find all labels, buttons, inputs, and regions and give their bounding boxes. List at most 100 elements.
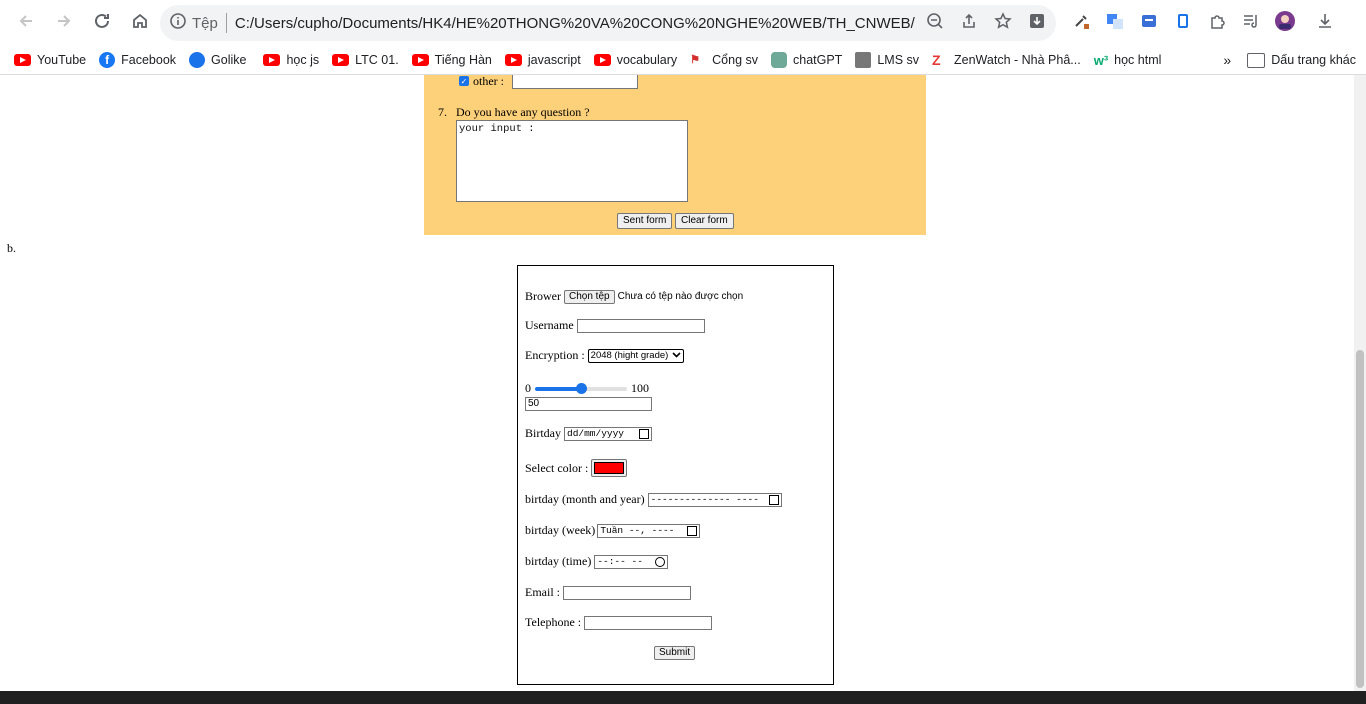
submit-button[interactable]: Submit xyxy=(654,646,696,660)
telephone-row: Telephone : xyxy=(525,615,713,630)
bookmark-hoc-js[interactable]: học js xyxy=(263,53,319,67)
range-value-row: 50 xyxy=(525,397,652,411)
address-bar[interactable]: Tệp C:/Users/cupho/Documents/HK4/HE%20TH… xyxy=(160,5,1056,41)
youtube-icon xyxy=(411,54,429,66)
bookmark-javascript[interactable]: javascript xyxy=(504,53,581,67)
chatgpt-icon xyxy=(771,52,787,68)
range-slider-fill xyxy=(535,386,581,391)
birthday-label: Birtday xyxy=(525,426,561,440)
telephone-label: Telephone : xyxy=(525,615,582,629)
clipboard-extension-icon[interactable] xyxy=(1172,10,1194,32)
week-label: birtday (week) xyxy=(525,523,596,537)
encryption-select[interactable]: 2048 (hight grade) xyxy=(587,348,685,363)
arrow-left-icon xyxy=(17,12,35,35)
translate-extension-icon[interactable] xyxy=(1104,10,1126,32)
birthday-row: Birtday dd/mm/yyyy xyxy=(525,426,652,441)
bookmark-golike[interactable]: Golike xyxy=(189,52,246,68)
bookmark-chatgpt[interactable]: chatGPT xyxy=(771,52,842,68)
range-value-input[interactable]: 50 xyxy=(525,397,652,411)
w3schools-icon: w³ xyxy=(1093,52,1109,68)
registration-form: Brower Chọn tệp Chưa có tệp nào được chọ… xyxy=(517,265,834,685)
birthday-date-input[interactable]: dd/mm/yyyy xyxy=(564,426,652,441)
download-icon[interactable] xyxy=(1028,12,1046,34)
other-checkbox[interactable]: ✓ xyxy=(459,76,469,86)
downloads-icon[interactable] xyxy=(1314,10,1336,32)
birthday-placeholder: dd/mm/yyyy xyxy=(567,427,625,439)
sent-form-button[interactable]: Sent form xyxy=(617,213,673,229)
question-label: Do you have any question ? xyxy=(456,105,590,119)
vertical-scrollbar[interactable] xyxy=(1354,75,1366,691)
share-icon[interactable] xyxy=(960,12,978,34)
range-slider-thumb[interactable] xyxy=(576,382,587,394)
bookmark-youtube[interactable]: YouTube xyxy=(14,53,86,67)
calendar-icon[interactable] xyxy=(687,525,698,536)
month-input[interactable]: -------------- ---- xyxy=(647,492,782,507)
info-icon xyxy=(170,13,186,33)
bookmarks-bar: YouTube f Facebook Golike học js LTC 01. … xyxy=(0,46,1366,75)
username-label: Username xyxy=(525,318,574,332)
reload-button[interactable] xyxy=(84,5,120,41)
clear-form-button[interactable]: Clear form xyxy=(675,213,734,229)
color-label: Select color : xyxy=(525,460,589,475)
range-row: 0 100 xyxy=(525,381,649,396)
question-textarea[interactable]: your input : xyxy=(456,120,688,202)
bookmark-tieng-han[interactable]: Tiếng Hàn xyxy=(411,53,492,67)
clock-icon[interactable] xyxy=(655,556,666,567)
bookmark-facebook[interactable]: f Facebook xyxy=(99,52,176,68)
range-max-label: 100 xyxy=(631,381,649,395)
email-row: Email : xyxy=(525,585,691,600)
time-label: birtday (time) xyxy=(525,554,592,568)
address-separator xyxy=(225,13,227,33)
url-text[interactable]: C:/Users/cupho/Documents/HK4/HE%20THONG%… xyxy=(235,15,915,32)
forward-button[interactable] xyxy=(46,5,82,41)
calendar-icon[interactable] xyxy=(768,494,779,505)
encryption-label: Encryption : xyxy=(525,348,585,362)
time-input[interactable]: --:-- -- xyxy=(594,554,669,569)
screen-extension-icon[interactable] xyxy=(1138,10,1160,32)
puzzle-icon[interactable] xyxy=(1206,10,1228,32)
browser-toolbar: Tệp C:/Users/cupho/Documents/HK4/HE%20TH… xyxy=(0,0,1366,46)
folder-icon xyxy=(1247,52,1266,68)
home-icon xyxy=(131,12,149,35)
week-row: birtday (week) Tuần --, ---- xyxy=(525,523,701,538)
star-icon[interactable] xyxy=(994,12,1012,34)
eyedropper-extension-icon[interactable] xyxy=(1070,10,1092,32)
address-actions xyxy=(926,5,1046,41)
bookmark-ltc-01[interactable]: LTC 01. xyxy=(332,53,399,67)
bookmarks-overflow-button[interactable]: » xyxy=(1223,52,1231,68)
reading-list-icon[interactable] xyxy=(1240,10,1262,32)
bookmark-cong-sv[interactable]: ⚑ Cổng sv xyxy=(690,53,758,67)
facebook-icon: f xyxy=(99,52,116,68)
bookmark-lms-sv[interactable]: LMS sv xyxy=(855,52,919,68)
back-button[interactable] xyxy=(8,5,44,41)
page-content: ✓ other : 7. Do you have any question ? … xyxy=(0,75,1354,691)
youtube-icon xyxy=(332,54,350,66)
golike-icon xyxy=(189,52,206,68)
other-label: other : xyxy=(473,75,504,88)
profile-avatar-icon[interactable] xyxy=(1274,10,1296,32)
telephone-input[interactable] xyxy=(584,615,713,630)
scrollbar-thumb[interactable] xyxy=(1356,350,1364,688)
other-option-row: ✓ other : xyxy=(459,75,638,89)
bookmark-zenwatch[interactable]: Z ZenWatch - Nhà Phâ... xyxy=(932,52,1081,68)
month-placeholder: -------------- ---- xyxy=(650,493,759,505)
calendar-icon[interactable] xyxy=(639,428,649,439)
other-bookmarks-folder[interactable]: Dấu trang khác xyxy=(1247,52,1356,68)
other-text-input[interactable] xyxy=(512,75,638,89)
youtube-icon xyxy=(593,54,611,66)
zoom-out-icon[interactable] xyxy=(926,12,944,34)
bookmark-hoc-html[interactable]: w³ học html xyxy=(1094,53,1162,68)
home-button[interactable] xyxy=(122,5,158,41)
youtube-icon xyxy=(504,54,522,66)
range-slider[interactable] xyxy=(535,382,627,394)
username-input[interactable] xyxy=(576,318,705,333)
email-input[interactable] xyxy=(563,585,691,600)
email-label: Email : xyxy=(525,585,560,599)
week-input[interactable]: Tuần --, ---- xyxy=(597,523,701,538)
color-picker[interactable] xyxy=(591,459,628,477)
site-info-button[interactable]: Tệp xyxy=(170,13,218,33)
zenwatch-icon: Z xyxy=(932,52,941,68)
choose-file-button[interactable]: Chọn tệp xyxy=(564,289,615,304)
bookmark-vocabulary[interactable]: vocabulary xyxy=(593,53,677,67)
youtube-icon xyxy=(263,54,281,66)
